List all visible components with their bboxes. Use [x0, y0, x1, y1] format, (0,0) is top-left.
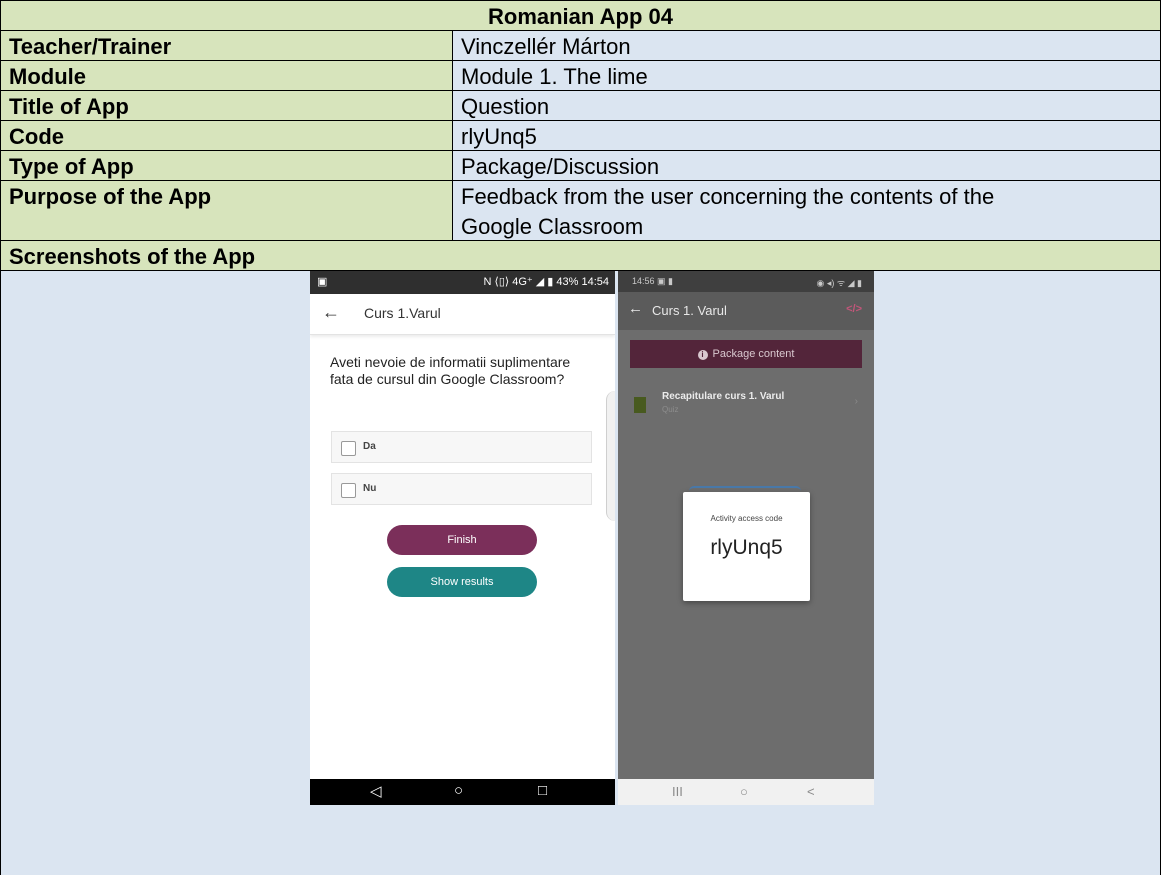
row-label: Type of App — [0, 150, 453, 181]
image-icon: ▣ — [317, 276, 328, 288]
nav-bar: III ○ < — [618, 779, 874, 805]
row-label: Purpose of the App — [0, 180, 453, 241]
phone-screenshot-access-code: 14:56 ▣ ▮ ◉ ◂) ᯤ ◢ ▮ ← Curs 1. Varul </>… — [618, 271, 874, 805]
table-row: Module Module 1. The lime — [0, 60, 1161, 91]
table-title: Romanian App 04 — [0, 0, 1161, 31]
option-da[interactable]: Da — [331, 431, 592, 463]
back-arrow-icon[interactable]: ← — [628, 300, 643, 317]
row-label: Module — [0, 60, 453, 91]
back-nav-icon[interactable]: ◁ — [370, 782, 382, 800]
row-label: Title of App — [0, 90, 453, 121]
app-bar-title: Curs 1. Varul — [652, 303, 727, 318]
package-content-button[interactable]: i Package content — [630, 340, 862, 368]
row-value: Feedback from the user concerning the co… — [452, 180, 1161, 241]
app-bar: ← Curs 1. Varul </> — [618, 292, 874, 330]
table-header-row: Romanian App 04 — [0, 0, 1161, 31]
recents-nav-icon[interactable]: III — [672, 784, 683, 799]
option-nu[interactable]: Nu — [331, 473, 592, 505]
table-row: Title of App Question — [0, 90, 1161, 121]
row-value: rlyUnq5 — [452, 120, 1161, 151]
checkbox[interactable] — [341, 441, 356, 456]
row-value-line: Feedback from the user concerning the co… — [461, 184, 995, 209]
status-bar: 14:56 ▣ ▮ ◉ ◂) ᯤ ◢ ▮ — [618, 271, 874, 292]
item-subtitle: Quiz — [662, 405, 679, 414]
item-title[interactable]: Recapitulare curs 1. Varul — [662, 391, 784, 402]
checkbox[interactable] — [341, 483, 356, 498]
table-row: Purpose of the App Feedback from the use… — [0, 180, 1161, 241]
screenshots-header-row: Screenshots of the App — [0, 240, 1161, 271]
package-label: Package content — [712, 348, 795, 360]
table-row: Type of App Package/Discussion — [0, 150, 1161, 181]
home-nav-icon[interactable]: ○ — [454, 782, 463, 799]
row-value: Question — [452, 90, 1161, 121]
phone-screenshot-question: ▣ N ⟨▯⟩ 4G⁺ ◢ ▮ 43% 14:54 ← Curs 1.Varul… — [310, 271, 615, 805]
row-value: Package/Discussion — [452, 150, 1161, 181]
screenshots-label: Screenshots of the App — [0, 240, 1161, 271]
option-label: Nu — [363, 483, 377, 494]
row-value: Module 1. The lime — [452, 60, 1161, 91]
code-icon[interactable]: </> — [846, 303, 862, 315]
table-row: Teacher/Trainer Vinczellér Márton — [0, 30, 1161, 61]
row-label: Code — [0, 120, 453, 151]
access-code-dialog: Activity access code rlyUnq5 — [683, 492, 810, 601]
row-value-line: Google Classroom — [461, 214, 644, 239]
table-row: Code rlyUnq5 — [0, 120, 1161, 151]
option-label: Da — [363, 441, 376, 452]
row-label: Teacher/Trainer — [0, 30, 453, 61]
dialog-code: rlyUnq5 — [710, 536, 783, 559]
nav-bar: ◁ ○ □ — [310, 779, 615, 805]
finish-button[interactable]: Finish — [387, 525, 537, 555]
recents-nav-icon[interactable]: □ — [538, 782, 547, 799]
back-nav-icon[interactable]: < — [807, 784, 815, 799]
app-bar-title: Curs 1.Varul — [364, 305, 441, 321]
chevron-right-icon[interactable]: › — [855, 396, 858, 407]
side-panel-edge — [606, 391, 615, 521]
app-bar: ← Curs 1.Varul — [310, 294, 615, 335]
status-right: ◉ ◂) ᯤ ◢ ▮ — [816, 278, 862, 288]
row-value: Vinczellér Márton — [452, 30, 1161, 61]
status-bar: ▣ N ⟨▯⟩ 4G⁺ ◢ ▮ 43% 14:54 — [310, 271, 615, 294]
back-arrow-icon[interactable]: ← — [322, 302, 340, 323]
home-nav-icon[interactable]: ○ — [740, 784, 748, 799]
dialog-title: Activity access code — [710, 514, 783, 523]
document-icon — [634, 397, 646, 413]
status-right: N ⟨▯⟩ 4G⁺ ◢ ▮ 43% 14:54 — [483, 276, 609, 288]
show-results-button[interactable]: Show results — [387, 567, 537, 597]
info-icon: i — [697, 350, 708, 360]
status-left: 14:56 ▣ ▮ — [632, 276, 673, 286]
question-text: Aveti nevoie de informatii suplimentare … — [330, 354, 571, 387]
